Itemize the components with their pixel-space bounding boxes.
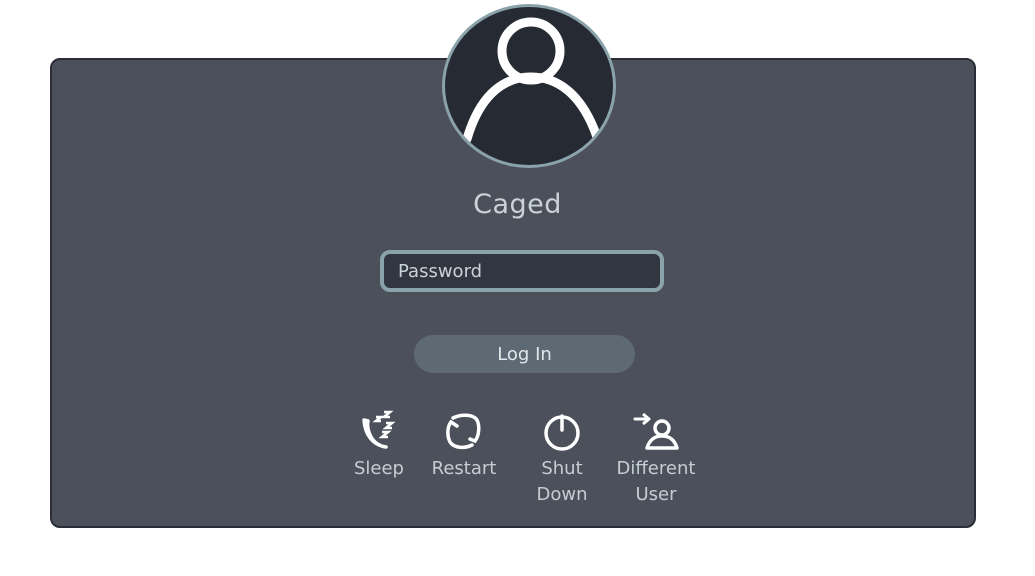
power-icon [537,408,587,456]
restart-icon [439,408,489,456]
password-input[interactable] [384,254,660,288]
username-label: Caged [473,189,562,220]
sleep-icon [354,408,404,456]
login-screen: Caged Log In Sleep Restart Shut Down Dif… [0,0,1035,576]
shutdown-label: Shut Down [536,458,588,505]
different-user-label: Different User [616,458,696,505]
different-user-button[interactable]: Different User [606,408,706,508]
user-silhouette-icon [462,17,602,144]
password-field-frame [380,250,664,292]
login-button[interactable]: Log In [414,335,635,373]
shutdown-button[interactable]: Shut Down [512,408,612,508]
user-avatar [442,4,616,168]
switch-user-icon [631,408,681,456]
restart-button[interactable]: Restart [414,408,514,482]
sleep-label: Sleep [353,458,404,479]
restart-label: Restart [431,458,497,479]
